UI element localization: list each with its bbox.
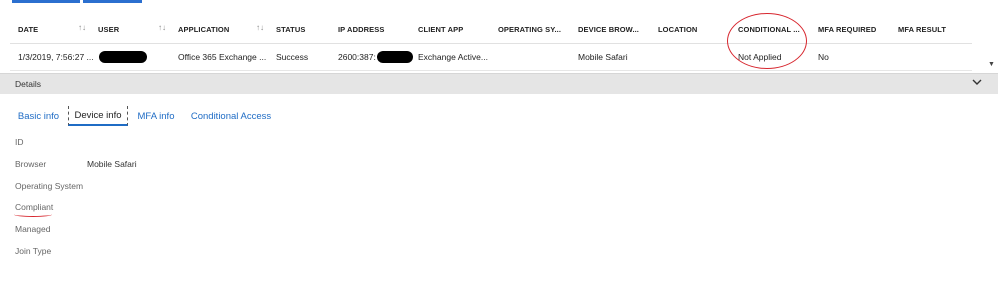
col-header-device-browser[interactable]: DEVICE BROW... xyxy=(578,15,650,43)
col-header-location[interactable]: LOCATION xyxy=(658,15,728,43)
col-header-application[interactable]: APPLICATION xyxy=(178,15,258,43)
field-label-operating-system: Operating System xyxy=(15,181,84,191)
cell-application: Office 365 Exchange ... xyxy=(178,52,267,62)
cell-user xyxy=(98,44,170,70)
scroll-down-arrow-icon[interactable]: ▼ xyxy=(988,61,995,68)
col-header-ip-address[interactable]: IP ADDRESS xyxy=(338,15,408,43)
cell-status: Success xyxy=(276,52,309,62)
tab-conditional-access[interactable]: Conditional Access xyxy=(186,106,276,126)
table-row[interactable]: 1/3/2019, 7:56:27 ... Office 365 Exchang… xyxy=(10,44,972,71)
sort-arrows-icon[interactable]: ↑↓ xyxy=(78,23,86,32)
chevron-down-icon[interactable] xyxy=(972,77,982,87)
grid-scrollbar[interactable] xyxy=(986,0,998,70)
annotation-circle xyxy=(727,13,807,69)
cell-location xyxy=(658,44,730,70)
field-label-id: ID xyxy=(15,137,24,147)
redacted-user xyxy=(99,51,147,63)
details-bar[interactable]: Details xyxy=(0,73,998,94)
field-label-compliant: Compliant xyxy=(15,202,54,212)
cell-mfa-result xyxy=(898,44,968,70)
tab-device-info[interactable]: Device info xyxy=(68,106,128,126)
col-header-operating-system[interactable]: OPERATING SY... xyxy=(498,15,570,43)
signin-grid: DATE ↑↓ USER ↑↓ APPLICATION ↑↓ STATUS IP… xyxy=(10,15,972,71)
col-header-client-app[interactable]: CLIENT APP xyxy=(418,15,488,43)
field-label-browser: Browser xyxy=(15,159,47,169)
tab-basic-info[interactable]: Basic info xyxy=(12,106,65,126)
annotation-underline xyxy=(14,212,52,217)
sort-arrows-icon[interactable]: ↑↓ xyxy=(256,23,264,32)
cell-client-app: Exchange Active... xyxy=(418,52,488,62)
redacted-ip xyxy=(376,51,413,63)
cell-date: 1/3/2019, 7:56:27 ... xyxy=(18,52,94,62)
cell-mfa-required: No xyxy=(818,52,829,62)
top-tab-stub-1[interactable] xyxy=(12,0,80,3)
field-value-browser: Mobile Safari xyxy=(87,159,137,169)
top-tab-stub-2[interactable] xyxy=(83,0,142,3)
field-label-join-type: Join Type xyxy=(15,246,52,256)
field-label-managed: Managed xyxy=(15,224,51,234)
sort-arrows-icon[interactable]: ↑↓ xyxy=(158,23,166,32)
col-header-mfa-result[interactable]: MFA RESULT xyxy=(898,15,968,43)
cell-operating-system xyxy=(498,44,570,70)
col-header-mfa-required[interactable]: MFA REQUIRED xyxy=(818,15,890,43)
cell-device-browser: Mobile Safari xyxy=(578,52,628,62)
cell-ip-address: 2600:387: xyxy=(338,44,418,70)
grid-header: DATE ↑↓ USER ↑↓ APPLICATION ↑↓ STATUS IP… xyxy=(10,15,972,44)
tab-mfa-info[interactable]: MFA info xyxy=(132,106,180,126)
details-label: Details xyxy=(15,79,41,89)
col-header-status[interactable]: STATUS xyxy=(276,15,331,43)
